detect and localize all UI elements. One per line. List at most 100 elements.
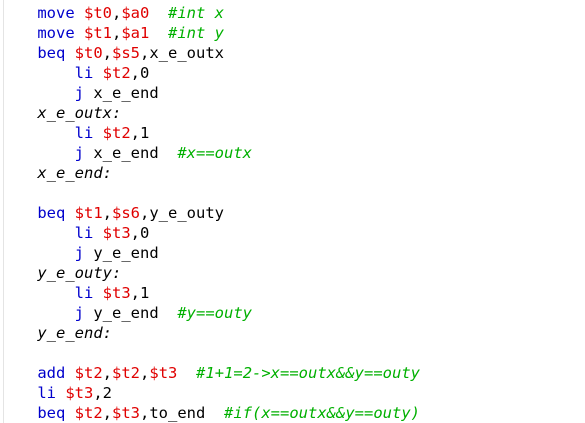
- comment-token: #if(x==outx&&y==outy): [224, 404, 420, 422]
- text-token: ,: [102, 404, 113, 422]
- instruction-token: li: [74, 224, 94, 242]
- code-line[interactable]: li $t3,1: [0, 283, 585, 303]
- register-token: $t2: [102, 64, 131, 82]
- instruction-token: j: [74, 144, 84, 162]
- register-token: $t1: [74, 204, 103, 222]
- register-token: $t2: [74, 404, 103, 422]
- code-line[interactable]: li $t2,0: [0, 63, 585, 83]
- code-line[interactable]: j x_e_end: [0, 83, 585, 103]
- code-line[interactable]: x_e_end:: [0, 163, 585, 183]
- register-token: $t3: [65, 384, 94, 402]
- text-token: ,y_e_outy: [140, 204, 225, 222]
- code-line[interactable]: beq $t0,$s5,x_e_outx: [0, 43, 585, 63]
- code-area[interactable]: move $t0,$a0 #int x move $t1,$a1 #int y …: [0, 3, 585, 423]
- instruction-token: beq: [37, 204, 66, 222]
- code-line[interactable]: j y_e_end #y==outy: [0, 303, 585, 323]
- register-token: $t3: [149, 364, 178, 382]
- code-line[interactable]: j y_e_end: [0, 243, 585, 263]
- instruction-token: j: [74, 244, 84, 262]
- text-token: ,: [102, 44, 113, 62]
- text-token: ,: [140, 364, 150, 382]
- text-token: y_e_end: [84, 244, 159, 262]
- code-line[interactable]: li $t3,2: [0, 383, 585, 403]
- text-token: ,: [102, 364, 113, 382]
- instruction-token: move: [37, 4, 75, 22]
- code-line[interactable]: move $t0,$a0 #int x: [0, 3, 585, 23]
- code-line[interactable]: [0, 343, 585, 363]
- text-token: ,1: [130, 124, 150, 142]
- instruction-token: move: [37, 24, 75, 42]
- code-line[interactable]: beq $t2,$t3,to_end #if(x==outx&&y==outy): [0, 403, 585, 423]
- comment-token: #1+1=2->x==outx&&y==outy: [196, 364, 420, 382]
- text-token: x_e_end: [84, 84, 159, 102]
- code-line[interactable]: add $t2,$t2,$t3 #1+1=2->x==outx&&y==outy: [0, 363, 585, 383]
- comment-token: #int x: [168, 4, 225, 22]
- register-token: $a1: [121, 24, 150, 42]
- register-token: $t3: [102, 284, 131, 302]
- comment-token: #y==outy: [177, 304, 252, 322]
- register-token: $t3: [112, 404, 141, 422]
- code-line[interactable]: [0, 183, 585, 203]
- code-line[interactable]: x_e_outx:: [0, 103, 585, 123]
- code-line[interactable]: li $t3,0: [0, 223, 585, 243]
- text-token: ,2: [93, 384, 113, 402]
- label-token: y_e_outy:: [37, 264, 122, 282]
- label-token: y_e_end:: [37, 324, 112, 342]
- register-token: $t0: [74, 44, 103, 62]
- code-line[interactable]: beq $t1,$s6,y_e_outy: [0, 203, 585, 223]
- instruction-token: add: [37, 364, 66, 382]
- code-line[interactable]: y_e_end:: [0, 323, 585, 343]
- instruction-token: beq: [37, 44, 66, 62]
- register-token: $t2: [74, 364, 103, 382]
- instruction-token: j: [74, 84, 84, 102]
- register-token: $t2: [102, 124, 131, 142]
- text-token: ,0: [130, 64, 150, 82]
- text-token: ,: [112, 4, 122, 22]
- label-token: x_e_end:: [37, 164, 112, 182]
- register-token: $t1: [84, 24, 112, 42]
- text-token: x_e_end: [84, 144, 178, 162]
- instruction-token: li: [74, 284, 94, 302]
- register-token: $a0: [121, 4, 150, 22]
- text-token: ,to_end: [140, 404, 225, 422]
- code-line[interactable]: li $t2,1: [0, 123, 585, 143]
- text-token: ,0: [130, 224, 150, 242]
- code-editor[interactable]: move $t0,$a0 #int x move $t1,$a1 #int y …: [0, 0, 585, 423]
- text-token: ,: [112, 24, 122, 42]
- text-token: y_e_end: [84, 304, 178, 322]
- text-token: ,1: [130, 284, 150, 302]
- code-line[interactable]: move $t1,$a1 #int y: [0, 23, 585, 43]
- text-token: ,x_e_outx: [140, 44, 225, 62]
- code-line[interactable]: y_e_outy:: [0, 263, 585, 283]
- register-token: $t2: [112, 364, 141, 382]
- instruction-token: li: [37, 384, 56, 402]
- instruction-token: li: [74, 124, 94, 142]
- comment-token: #int y: [168, 24, 225, 42]
- code-line[interactable]: j x_e_end #x==outx: [0, 143, 585, 163]
- register-token: $s5: [112, 44, 141, 62]
